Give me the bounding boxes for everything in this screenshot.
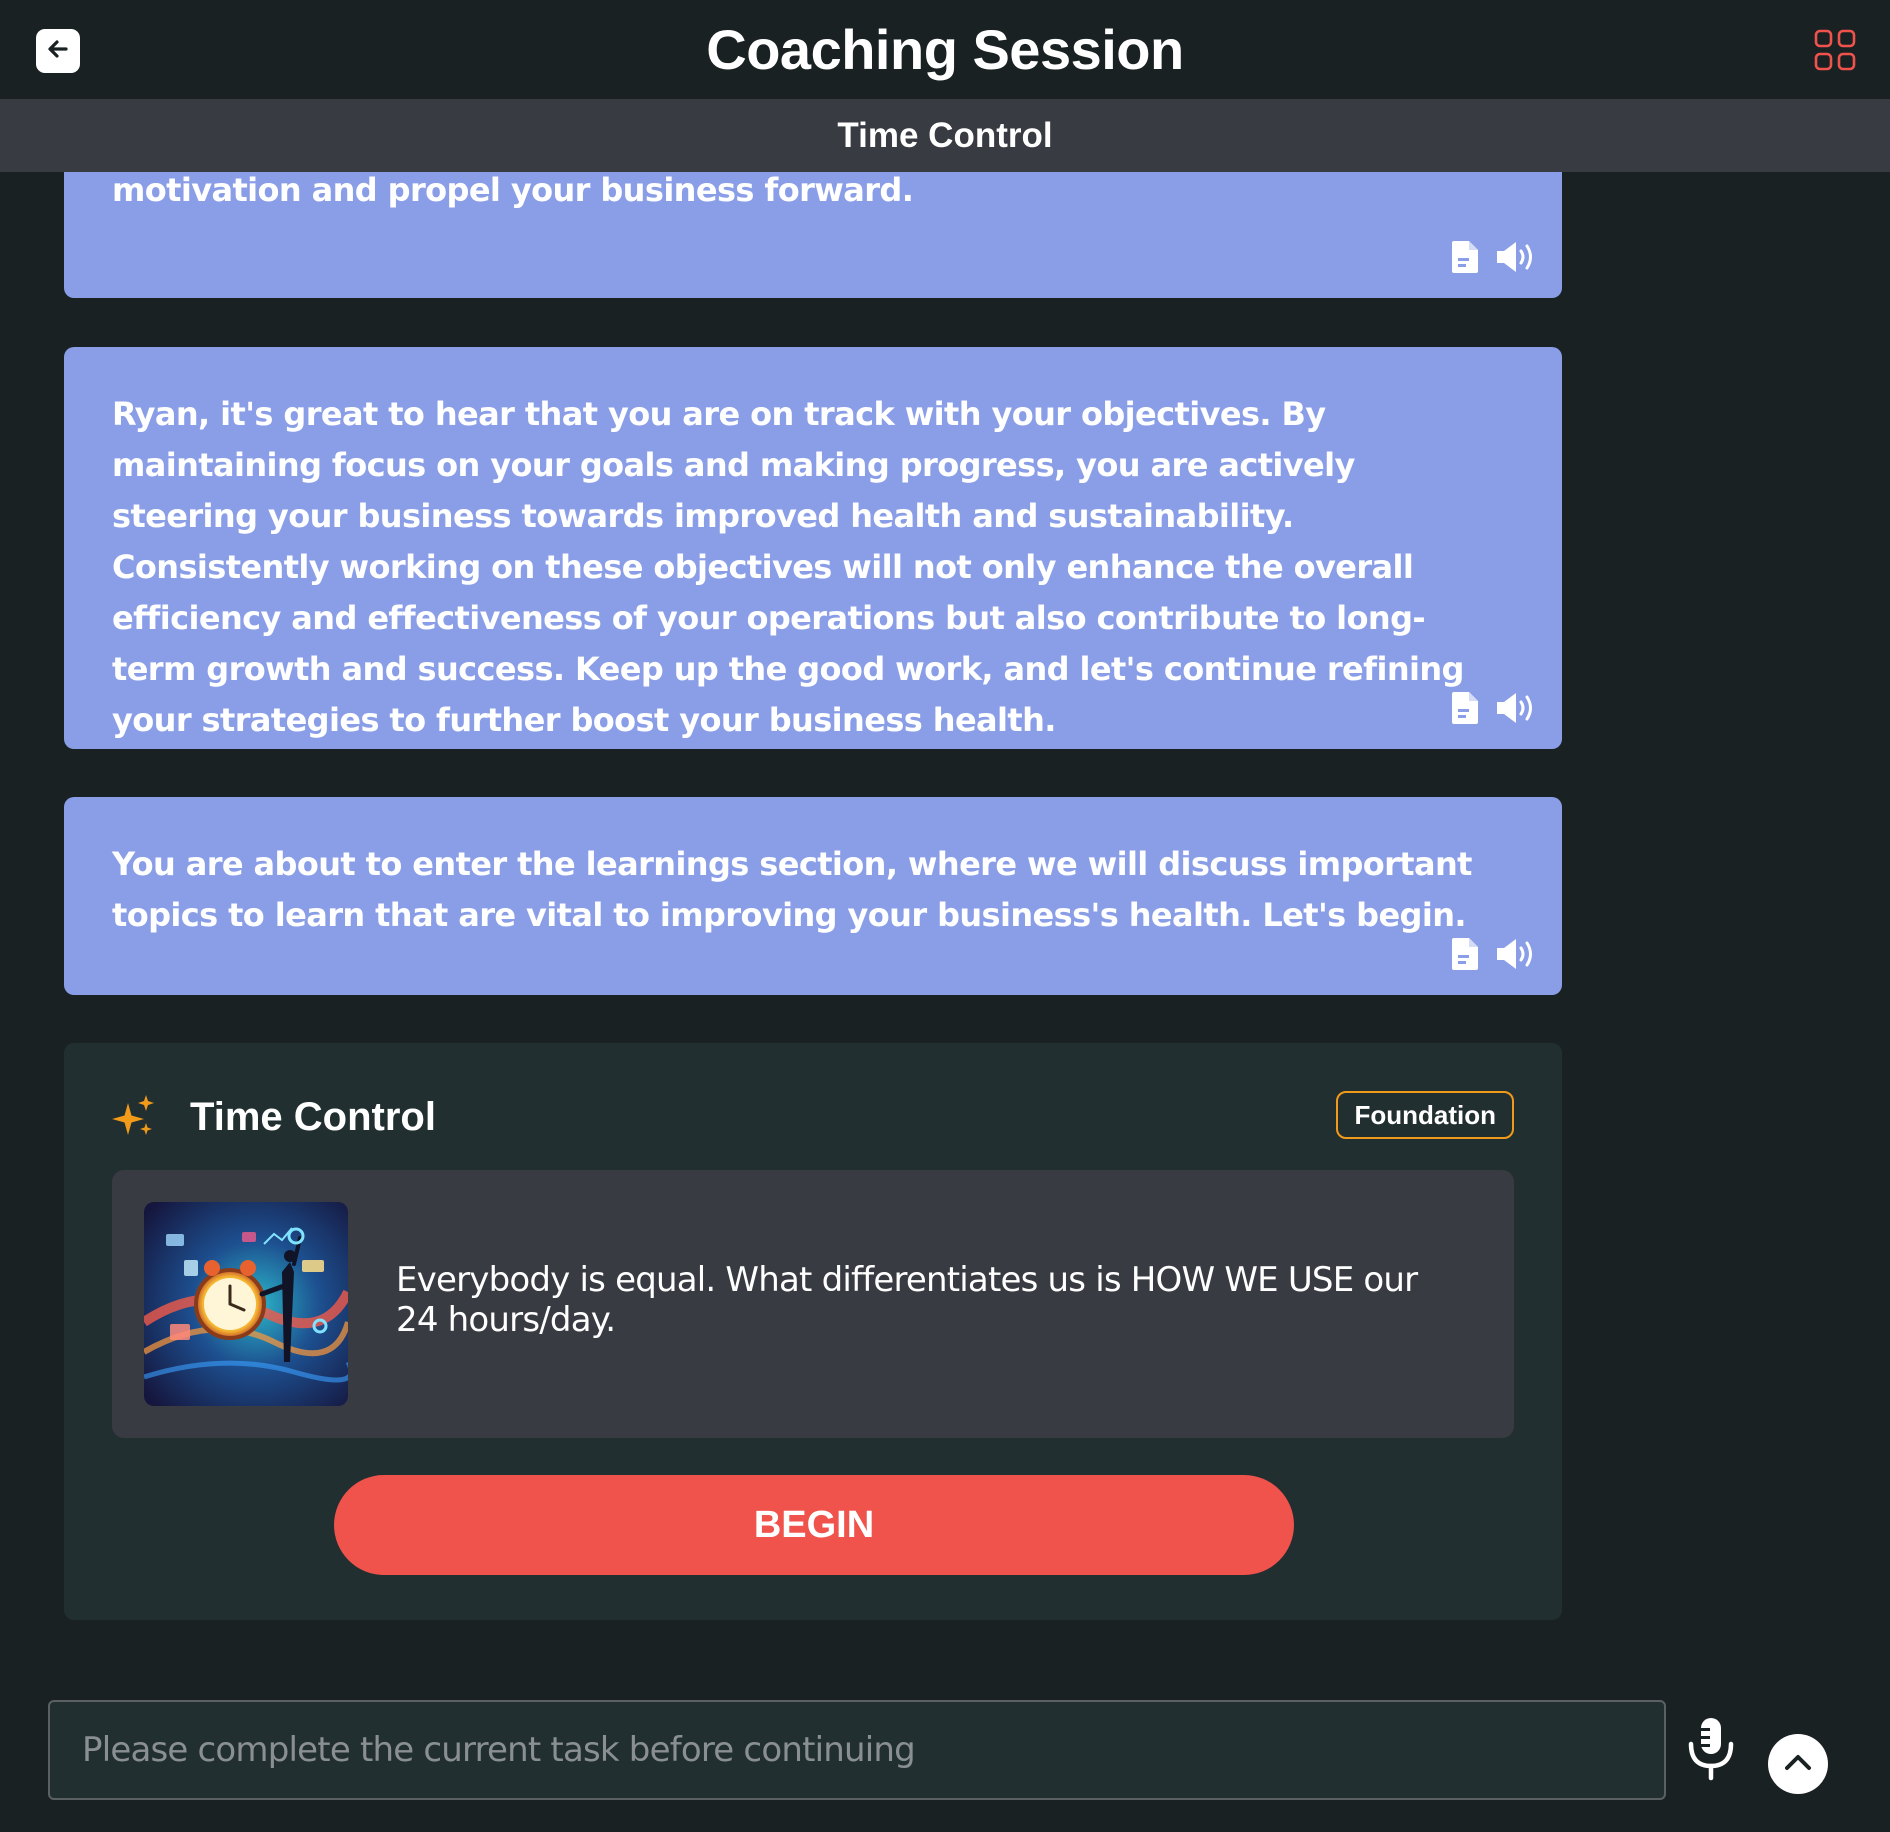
sparkle-icon — [112, 1095, 156, 1139]
message-text: Ryan, it's great to hear that you are on… — [112, 395, 1464, 739]
speaker-icon[interactable] — [1494, 239, 1540, 280]
begin-button[interactable]: BEGIN — [334, 1475, 1294, 1575]
microphone-button[interactable] — [1681, 1714, 1741, 1794]
app-header: Coaching Session — [0, 0, 1890, 99]
learning-title: Time Control — [190, 1094, 436, 1139]
coach-message: to business success. Let's explore strat… — [64, 172, 1562, 298]
page-title: Coaching Session — [706, 18, 1184, 81]
section-title: Time Control — [837, 115, 1053, 155]
message-actions — [1450, 690, 1540, 731]
grid-icon — [1814, 29, 1856, 75]
learning-content: Everybody is equal. What differentiates … — [112, 1170, 1514, 1438]
speaker-icon[interactable] — [1494, 936, 1540, 977]
scroll-up-button[interactable] — [1768, 1734, 1828, 1794]
menu-button[interactable] — [1814, 29, 1856, 71]
message-text: You are about to enter the learnings sec… — [112, 845, 1472, 934]
speaker-icon[interactable] — [1494, 690, 1540, 731]
learning-card: Time Control Foundation Everybody is equ… — [64, 1043, 1562, 1620]
arrow-left-icon — [44, 35, 72, 68]
document-icon[interactable] — [1450, 239, 1480, 280]
chat-scroll-area[interactable]: to business success. Let's explore strat… — [0, 172, 1890, 1672]
document-icon[interactable] — [1450, 936, 1480, 977]
coach-message: You are about to enter the learnings sec… — [64, 797, 1562, 995]
coaching-session-page: Coaching Session Time Control to busines… — [0, 0, 1890, 1832]
message-input[interactable] — [48, 1700, 1666, 1800]
message-text: to business success. Let's explore strat… — [112, 172, 914, 209]
learning-card-header: Time Control Foundation — [112, 1091, 1514, 1141]
message-actions — [1450, 936, 1540, 977]
learning-description: Everybody is equal. What differentiates … — [396, 1260, 1418, 1340]
chevron-up-icon — [1783, 1752, 1813, 1777]
document-icon[interactable] — [1450, 690, 1480, 731]
microphone-icon — [1681, 1718, 1741, 1790]
message-composer — [0, 1700, 1890, 1800]
message-actions — [1450, 239, 1540, 280]
coach-message: Ryan, it's great to hear that you are on… — [64, 347, 1562, 749]
learning-thumbnail — [144, 1202, 348, 1406]
section-header: Time Control — [0, 99, 1890, 172]
level-badge: Foundation — [1336, 1091, 1514, 1139]
back-button[interactable] — [36, 29, 80, 73]
